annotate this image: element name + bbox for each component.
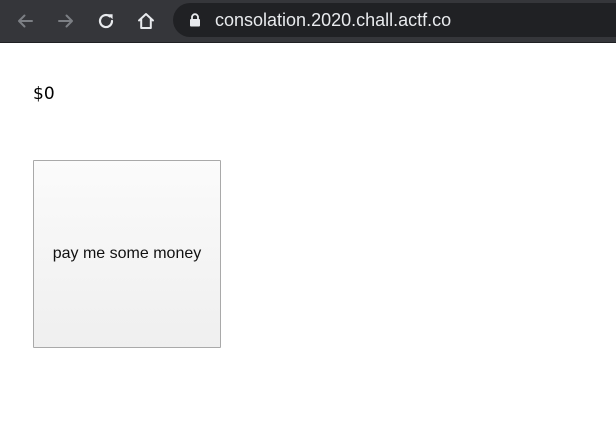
- reload-icon: [98, 13, 114, 29]
- arrow-left-icon: [18, 14, 33, 28]
- back-button[interactable]: [13, 9, 37, 33]
- forward-button[interactable]: [54, 9, 78, 33]
- money-amount: $0: [33, 84, 55, 104]
- address-bar[interactable]: consolation.2020.chall.actf.co: [173, 3, 616, 37]
- pay-button[interactable]: pay me some money: [33, 160, 221, 348]
- home-button[interactable]: [134, 9, 158, 33]
- url-text: consolation.2020.chall.actf.co: [215, 10, 452, 30]
- arrow-right-icon: [58, 14, 73, 28]
- reload-button[interactable]: [94, 9, 118, 33]
- page-content: $0 pay me some money: [0, 43, 616, 433]
- home-icon: [138, 13, 154, 29]
- lock-icon: [190, 13, 200, 27]
- browser-toolbar: consolation.2020.chall.actf.co: [0, 0, 616, 43]
